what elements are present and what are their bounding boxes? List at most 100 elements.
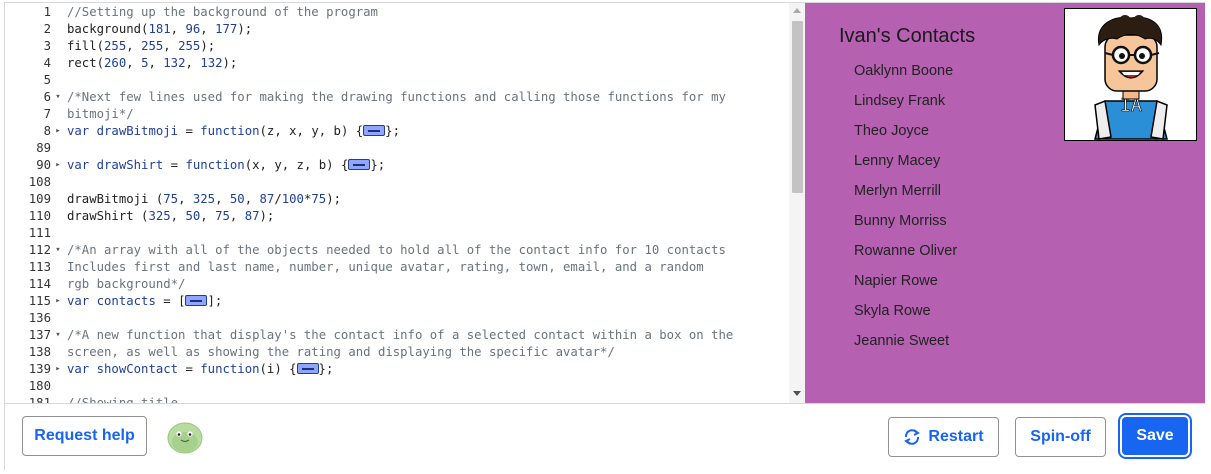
restart-button[interactable]: Restart: [888, 417, 999, 457]
output-canvas[interactable]: Ivan's Contacts Oaklynn Boone Lindsey Fra…: [805, 3, 1205, 403]
code-token: 50: [185, 209, 201, 223]
code-line[interactable]: 109 drawBitmoji (75, 325, 50, 87/100*75);: [5, 191, 791, 208]
code-line[interactable]: 138 screen, as well as showing the rating…: [5, 344, 791, 361]
code-token: );: [326, 192, 341, 206]
code-token: /*An array with all of the objects neede…: [67, 243, 726, 257]
line-number: 138: [28, 345, 51, 359]
editor-scrollbar[interactable]: [789, 3, 805, 403]
contact-name[interactable]: Skyla Rowe: [854, 303, 931, 319]
contact-name[interactable]: Oaklynn Boone: [854, 63, 953, 79]
code-line[interactable]: 89: [5, 140, 791, 157]
code-token: screen, as well as showing the rating an…: [67, 345, 615, 359]
code-line[interactable]: 90 ▸ var drawShirt = function(x, y, z, b) …: [5, 157, 791, 174]
fold-collapse-icon[interactable]: ▾: [53, 89, 63, 106]
code-line[interactable]: 111: [5, 225, 791, 242]
code-line[interactable]: 137 ▾ /*A new function that display's the …: [5, 327, 791, 344]
code-token: ,: [200, 209, 216, 223]
code-line[interactable]: 5: [5, 72, 791, 89]
folded-code-icon[interactable]: [363, 125, 386, 136]
code-token: );: [200, 39, 216, 53]
code-line[interactable]: 136: [5, 310, 791, 327]
code-line[interactable]: 4 rect(260, 5, 132, 132);: [5, 55, 791, 72]
contact-name[interactable]: Merlyn Merrill: [854, 183, 941, 199]
line-number: 7: [43, 107, 51, 121]
code-editor[interactable]: 1 //Setting up the background of the prog…: [5, 3, 805, 403]
code-text: drawShirt (325, 50, 75, 87);: [67, 208, 274, 225]
line-number: 90: [36, 158, 51, 172]
code-line[interactable]: 180: [5, 378, 791, 395]
contact-name[interactable]: Rowanne Oliver: [854, 243, 957, 259]
code-text: rect(260, 5, 132, 132);: [67, 55, 237, 72]
code-token: (x, y, z, b) {: [244, 158, 349, 172]
code-line[interactable]: 113 Includes first and last name, number,…: [5, 259, 791, 276]
code-token: showContact: [96, 362, 179, 376]
code-line[interactable]: 6 ▾ /*Next few lines used for making the d…: [5, 89, 791, 106]
scroll-down-arrow-icon[interactable]: [793, 391, 801, 396]
fold-expand-icon[interactable]: ▸: [53, 293, 63, 310]
request-help-button[interactable]: Request help: [22, 416, 147, 456]
folded-code-icon[interactable]: [296, 363, 319, 374]
scroll-up-arrow-icon[interactable]: [793, 8, 801, 13]
line-number: 1: [43, 5, 51, 19]
contact-name[interactable]: Jeannie Sweet: [854, 333, 949, 349]
fold-collapse-icon[interactable]: ▾: [53, 242, 63, 259]
code-line[interactable]: 8 ▸ var drawBitmoji = function(z, x, y, b)…: [5, 123, 791, 140]
code-text: Includes first and last name, number, un…: [67, 259, 704, 276]
folded-code-icon[interactable]: [348, 159, 371, 170]
code-token: 75: [163, 192, 179, 206]
code-token: 325: [148, 209, 171, 223]
code-line[interactable]: 3 fill(255, 255, 255);: [5, 38, 791, 55]
code-token: };: [370, 158, 386, 172]
code-line[interactable]: 7 bitmoji*/: [5, 106, 791, 123]
line-number: 108: [28, 175, 51, 189]
code-line[interactable]: 108: [5, 174, 791, 191]
code-token: rect(: [67, 56, 105, 70]
fold-expand-icon[interactable]: ▸: [53, 361, 63, 378]
code-text: //Showing title: [67, 395, 178, 403]
code-token: ,: [126, 56, 142, 70]
code-token: =: [178, 124, 201, 138]
code-text: rgb background*/: [67, 276, 185, 293]
code-token: 177: [215, 22, 238, 36]
code-token: rgb background*/: [67, 277, 186, 291]
code-token: drawBitmoji (: [67, 192, 164, 206]
contact-name[interactable]: Napier Rowe: [854, 273, 938, 289]
code-text: drawBitmoji (75, 325, 50, 87/100*75);: [67, 191, 341, 208]
code-token: ,: [148, 56, 164, 70]
code-text: background(181, 96, 177);: [67, 21, 252, 38]
code-line[interactable]: 110 drawShirt (325, 50, 75, 87);: [5, 208, 791, 225]
folded-code-icon[interactable]: [185, 295, 208, 306]
code-token: //Showing title: [67, 396, 179, 403]
code-token: 96: [185, 22, 201, 36]
line-number: 111: [28, 226, 51, 240]
code-text: /*A new function that display's the cont…: [67, 327, 733, 344]
code-token: ,: [170, 22, 186, 36]
code-token: ,: [126, 39, 142, 53]
line-number: 181: [28, 396, 51, 403]
code-token: //Setting up the background of the progr…: [67, 5, 378, 19]
code-line[interactable]: 1 //Setting up the background of the prog…: [5, 4, 791, 21]
spin-off-button[interactable]: Spin-off: [1015, 417, 1106, 457]
fold-collapse-icon[interactable]: ▾: [53, 327, 63, 344]
restart-icon: [904, 429, 921, 445]
line-number: 112: [28, 243, 51, 257]
save-button[interactable]: Save: [1122, 417, 1188, 455]
scrollbar-thumb[interactable]: [792, 21, 803, 193]
contact-name[interactable]: Bunny Morriss: [854, 213, 947, 229]
code-line[interactable]: 181 //Showing title: [5, 395, 791, 403]
code-line[interactable]: 115 ▸ var contacts = [];: [5, 293, 791, 310]
contact-name[interactable]: Theo Joyce: [854, 123, 929, 139]
contact-name[interactable]: Lindsey Frank: [854, 93, 945, 109]
code-token: 181: [148, 22, 171, 36]
code-token: function: [200, 124, 260, 138]
code-lines[interactable]: 1 //Setting up the background of the prog…: [5, 4, 791, 403]
code-line[interactable]: 112 ▾ /*An array with all of the objects n…: [5, 242, 791, 259]
contact-name[interactable]: Lenny Macey: [854, 153, 940, 169]
code-token: var: [67, 124, 97, 138]
code-line[interactable]: 139 ▸ var showContact = function(i) {};: [5, 361, 791, 378]
code-text: fill(255, 255, 255);: [67, 38, 215, 55]
fold-expand-icon[interactable]: ▸: [53, 157, 63, 174]
fold-expand-icon[interactable]: ▸: [53, 123, 63, 140]
code-line[interactable]: 114 rgb background*/: [5, 276, 791, 293]
code-line[interactable]: 2 background(181, 96, 177);: [5, 21, 791, 38]
